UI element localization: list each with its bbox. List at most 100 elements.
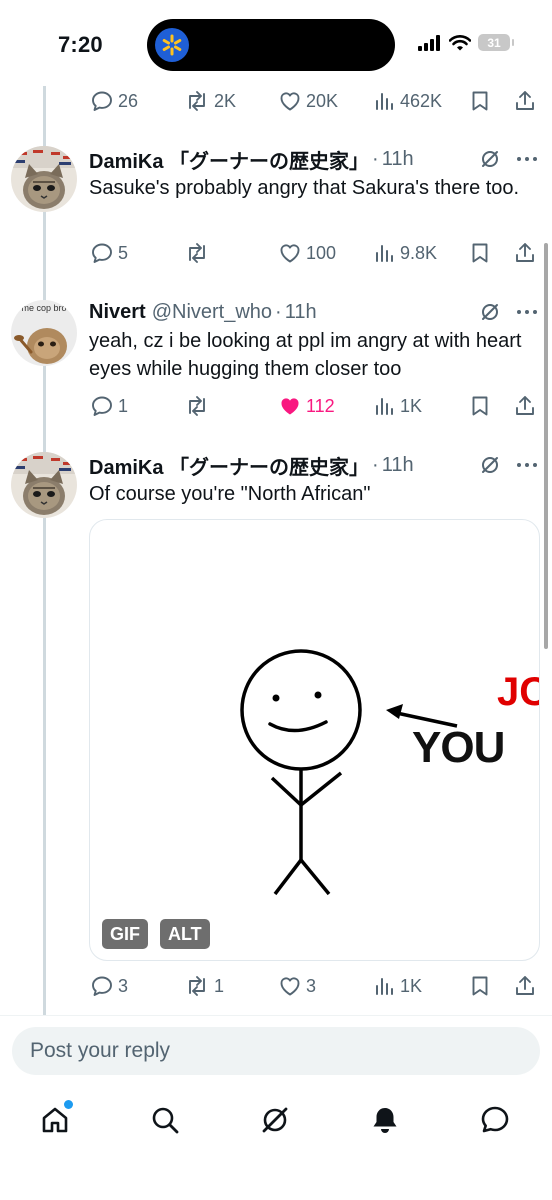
wifi-icon <box>449 34 471 50</box>
repost-icon <box>189 396 205 416</box>
timestamp[interactable]: 11h <box>382 454 414 477</box>
like-count: 3 <box>306 975 317 996</box>
reply-count: 3 <box>118 975 129 996</box>
nav-grok[interactable] <box>255 1100 295 1140</box>
bookmark-button[interactable] <box>469 386 491 426</box>
views-button[interactable]: 1K <box>374 966 422 1006</box>
reply-icon <box>92 976 112 996</box>
more-icon[interactable] <box>516 156 538 162</box>
repost-icon <box>189 976 205 996</box>
nav-notifications[interactable] <box>365 1100 405 1140</box>
more-icon[interactable] <box>516 462 538 468</box>
media-gif[interactable]: YOU JC GIF ALT <box>89 519 540 961</box>
share-button[interactable] <box>513 81 537 121</box>
tweet-header-actions <box>480 455 538 475</box>
reply-icon <box>92 396 112 416</box>
reply-icon <box>92 91 112 111</box>
like-button[interactable]: 3 <box>278 966 316 1006</box>
grok-icon[interactable] <box>480 455 500 475</box>
display-name[interactable]: Nivert <box>89 301 146 324</box>
timestamp[interactable]: 11h <box>382 148 414 171</box>
separator: · <box>372 147 379 170</box>
views-count: 9.8K <box>400 242 438 263</box>
heart-icon <box>280 92 300 111</box>
tweet-header-actions <box>480 149 538 169</box>
tweet-header: Nivert @Nivert_who · 11h <box>89 297 317 327</box>
reply-count: 5 <box>118 242 129 263</box>
heart-icon <box>280 244 300 263</box>
like-button[interactable]: 100 <box>278 233 336 273</box>
reply-input[interactable]: Post your reply <box>12 1027 540 1075</box>
tweet-text: yeah, cz i be looking at ppl im angry at… <box>89 330 522 380</box>
tweet-header-actions <box>480 302 538 322</box>
tweet-text: Of course you're "North African" <box>89 483 371 505</box>
timestamp[interactable]: 11h <box>285 301 317 324</box>
heart-icon <box>280 977 300 996</box>
heart-filled-icon <box>281 398 299 415</box>
notification-dot <box>64 1100 73 1109</box>
views-button[interactable]: 462K <box>374 81 442 121</box>
views-button[interactable]: 1K <box>374 386 422 426</box>
views-icon <box>376 978 393 995</box>
status-bar: 7:20 31 <box>0 0 552 90</box>
reply-icon <box>92 243 112 263</box>
battery-level: 31 <box>487 35 501 50</box>
tweet-actions: 1 112 1K <box>88 386 540 426</box>
repost-button[interactable]: 1 <box>184 966 224 1006</box>
like-button[interactable]: 20K <box>278 81 338 121</box>
like-count: 112 <box>306 395 335 416</box>
views-count: 462K <box>400 90 443 111</box>
views-count: 1K <box>400 395 423 416</box>
reply-button[interactable]: 5 <box>90 233 128 273</box>
separator: · <box>372 453 379 476</box>
tweet-header: DamiKa 「グーナーの歴史家」 · 11h <box>89 144 414 174</box>
repost-button[interactable] <box>184 233 214 273</box>
share-button[interactable] <box>513 966 537 1006</box>
avatar[interactable]: me cop bro <box>11 300 77 366</box>
avatar[interactable] <box>11 146 77 212</box>
share-icon <box>516 243 534 262</box>
repost-icon <box>189 91 205 111</box>
share-button[interactable] <box>513 233 537 273</box>
reply-button[interactable]: 3 <box>90 966 128 1006</box>
share-icon <box>516 976 534 995</box>
repost-count: 1 <box>214 975 225 996</box>
nav-home[interactable] <box>35 1100 75 1140</box>
walmart-app-icon <box>155 28 189 62</box>
bookmark-icon <box>472 396 488 416</box>
views-icon <box>376 245 393 262</box>
more-icon[interactable] <box>516 309 538 315</box>
grok-icon[interactable] <box>480 149 500 169</box>
partial-red-label: JC <box>497 670 539 714</box>
share-icon <box>516 91 534 110</box>
bookmark-icon <box>472 91 488 111</box>
repost-button[interactable] <box>184 386 214 426</box>
scrollbar[interactable] <box>544 243 548 649</box>
display-name[interactable]: DamiKa 「グーナーの歴史家」 <box>89 145 369 174</box>
repost-count: 2K <box>214 90 237 111</box>
separator: · <box>275 300 282 323</box>
grok-icon[interactable] <box>480 302 500 322</box>
views-count: 1K <box>400 975 423 996</box>
display-name[interactable]: DamiKa 「グーナーの歴史家」 <box>89 451 369 480</box>
like-button[interactable]: 112 <box>278 386 335 426</box>
nav-search[interactable] <box>145 1100 185 1140</box>
bookmark-icon <box>472 243 488 263</box>
repost-button[interactable]: 2K <box>184 81 236 121</box>
bookmark-button[interactable] <box>469 233 491 273</box>
bookmark-button[interactable] <box>469 81 491 121</box>
share-button[interactable] <box>513 386 537 426</box>
avatar[interactable] <box>11 452 77 518</box>
bookmark-button[interactable] <box>469 966 491 1006</box>
reply-button[interactable]: 26 <box>90 81 138 121</box>
alt-badge[interactable]: ALT <box>160 919 210 949</box>
bookmark-icon <box>472 976 488 996</box>
views-button[interactable]: 9.8K <box>374 233 437 273</box>
user-handle[interactable]: @Nivert_who <box>152 301 272 324</box>
tweet-header: DamiKa 「グーナーの歴史家」 · 11h <box>89 450 414 480</box>
reply-count: 26 <box>118 90 139 111</box>
nav-messages[interactable] <box>475 1100 515 1140</box>
tweet-text: Sasuke's probably angry that Sakura's th… <box>89 177 520 199</box>
reply-placeholder: Post your reply <box>30 1039 171 1062</box>
reply-button[interactable]: 1 <box>90 386 128 426</box>
